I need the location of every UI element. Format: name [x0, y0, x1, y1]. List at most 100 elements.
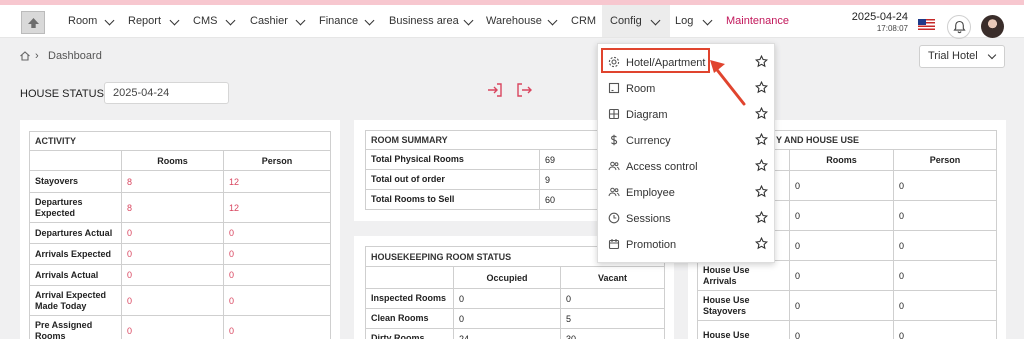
- menu-item-employee[interactable]: Employee: [598, 180, 776, 206]
- nav-maintenance-label: Maintenance: [726, 15, 789, 27]
- hotel-logo[interactable]: [21, 11, 45, 34]
- row-rooms[interactable]: 0: [121, 285, 224, 316]
- row-rooms[interactable]: 0: [121, 243, 224, 265]
- row-rooms: 0: [789, 290, 894, 321]
- menu-item-label: Access control: [626, 161, 698, 173]
- menu-item-promotion[interactable]: Promotion: [598, 232, 776, 258]
- row-person: 0: [893, 200, 997, 231]
- row-occupied: 24: [453, 328, 561, 339]
- row-label: Total Physical Rooms: [365, 149, 540, 170]
- user-avatar[interactable]: [981, 15, 1004, 38]
- house-status-date-input[interactable]: 2025-04-24: [104, 82, 229, 104]
- row-rooms: 0: [789, 200, 894, 231]
- row-person: 0: [893, 320, 997, 339]
- row-label: Total out of order: [365, 169, 540, 190]
- row-label: Inspected Rooms: [365, 288, 454, 309]
- table-row: Arrivals Expected 0 0: [29, 243, 331, 265]
- menu-item-currency[interactable]: Currency: [598, 128, 776, 154]
- table-row: Dirty Rooms 24 30: [365, 328, 665, 339]
- chevron-down-icon: [104, 15, 115, 26]
- row-rooms: 0: [789, 260, 894, 291]
- activity-header-blank: [29, 150, 122, 171]
- menu-item-access-control[interactable]: Access control: [598, 154, 776, 180]
- row-rooms[interactable]: 0: [121, 222, 224, 244]
- activity-title: ACTIVITY: [29, 131, 331, 151]
- star-icon[interactable]: [755, 107, 768, 120]
- row-rooms[interactable]: 8: [121, 192, 224, 223]
- table-row: Stayovers 8 12: [29, 170, 331, 193]
- nav-cashier[interactable]: Cashier: [250, 5, 307, 37]
- menu-item-label: Room: [626, 83, 656, 95]
- login-icon[interactable]: [486, 82, 504, 98]
- activity-table: ACTIVITY Rooms Person Stayovers 8 12 Depart…: [29, 131, 331, 339]
- row-label: Departures Actual: [29, 222, 122, 244]
- activity-header-person: Person: [223, 150, 331, 171]
- room-icon: [608, 82, 620, 94]
- nav-business-area-label: Business area: [389, 15, 459, 27]
- nav-crm-label: CRM: [571, 15, 597, 27]
- star-icon[interactable]: [755, 81, 768, 94]
- table-row: Pre Assigned Rooms 0 0: [29, 315, 331, 339]
- chevron-down-icon: [987, 50, 997, 60]
- menu-item-diagram[interactable]: Diagram: [598, 102, 776, 128]
- users-icon: [608, 161, 620, 171]
- star-icon[interactable]: [755, 55, 768, 68]
- star-icon[interactable]: [755, 159, 768, 172]
- star-icon[interactable]: [755, 237, 768, 250]
- nav-room[interactable]: Room: [68, 5, 118, 37]
- house-status-label: HOUSE STATUS: [20, 88, 104, 100]
- row-person[interactable]: 12: [223, 170, 331, 193]
- row-person[interactable]: 0: [223, 243, 331, 265]
- row-label: House Use: [697, 320, 790, 339]
- nav-business-area[interactable]: Business area: [389, 5, 476, 37]
- row-person[interactable]: 0: [223, 222, 331, 244]
- menu-item-room[interactable]: Room: [598, 76, 776, 102]
- housekeeping-header-vacant: Vacant: [560, 266, 665, 289]
- menu-item-sessions[interactable]: Sessions: [598, 206, 776, 232]
- nav-report-label: Report: [128, 15, 162, 27]
- row-rooms[interactable]: 0: [121, 315, 224, 339]
- nav-warehouse[interactable]: Warehouse: [486, 5, 560, 37]
- table-row: Departures Actual 0 0: [29, 222, 331, 244]
- row-rooms[interactable]: 0: [121, 264, 224, 286]
- row-person[interactable]: 0: [223, 285, 331, 316]
- hotel-select[interactable]: Trial Hotel: [919, 45, 1005, 68]
- us-flag-icon[interactable]: [918, 19, 935, 30]
- row-rooms[interactable]: 8: [121, 170, 224, 193]
- nav-config[interactable]: Config: [602, 5, 670, 37]
- row-label: Arrivals Actual: [29, 264, 122, 286]
- hotel-select-value: Trial Hotel: [928, 50, 978, 62]
- row-person[interactable]: 0: [223, 315, 331, 339]
- row-rooms: 0: [789, 320, 894, 339]
- nav-log[interactable]: Log: [675, 5, 715, 37]
- logout-icon[interactable]: [515, 82, 533, 98]
- nav-cms-label: CMS: [193, 15, 218, 27]
- nav-finance[interactable]: Finance: [319, 5, 376, 37]
- star-icon[interactable]: [755, 211, 768, 224]
- nav-maintenance[interactable]: Maintenance: [726, 5, 789, 37]
- row-person[interactable]: 0: [223, 264, 331, 286]
- row-label: Arrival Expected Made Today: [29, 285, 122, 316]
- top-navbar: Room Report CMS Cashier Finance Business…: [0, 5, 1024, 39]
- chevron-down-icon: [295, 15, 306, 26]
- highlight-box: [601, 48, 710, 73]
- nav-report[interactable]: Report: [128, 5, 182, 37]
- home-icon[interactable]: [19, 50, 31, 62]
- row-label: Departures Expected: [29, 192, 122, 223]
- chevron-right-icon: ›: [35, 50, 39, 62]
- comp-header-rooms: Rooms: [789, 149, 894, 171]
- row-person[interactable]: 12: [223, 192, 331, 223]
- chevron-down-icon: [225, 15, 236, 26]
- star-icon[interactable]: [755, 185, 768, 198]
- breadcrumb-current: Dashboard: [48, 50, 102, 62]
- notification-button[interactable]: [947, 15, 971, 39]
- menu-item-label: Currency: [626, 135, 671, 147]
- menu-item-label: Diagram: [626, 109, 668, 121]
- comp-header-person: Person: [893, 149, 997, 171]
- star-icon[interactable]: [755, 133, 768, 146]
- chevron-down-icon: [702, 15, 713, 26]
- chevron-down-icon: [547, 15, 558, 26]
- row-label: Pre Assigned Rooms: [29, 315, 122, 339]
- nav-crm[interactable]: CRM: [571, 5, 597, 37]
- nav-cms[interactable]: CMS: [193, 5, 238, 37]
